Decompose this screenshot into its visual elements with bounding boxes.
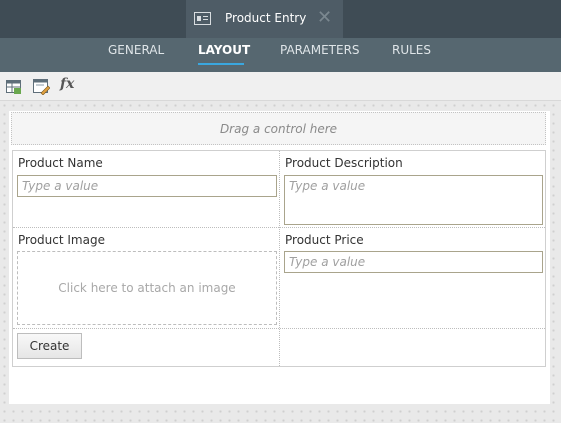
form-area: Drag a control here Product Name Type a …: [9, 111, 550, 404]
fx-icon[interactable]: fx: [60, 76, 80, 94]
close-icon[interactable]: ✕: [317, 9, 332, 27]
product-price-label: Product Price: [285, 233, 364, 247]
product-description-label: Product Description: [285, 156, 403, 170]
form-icon: [194, 12, 211, 25]
product-description-textarea[interactable]: Type a value: [284, 175, 543, 225]
drag-drop-zone[interactable]: Drag a control here: [11, 112, 546, 145]
row-divider: [13, 328, 545, 329]
tab-parameters[interactable]: PARAMETERS: [280, 43, 360, 57]
design-canvas: Drag a control here Product Name Type a …: [0, 101, 561, 423]
tab-rules[interactable]: RULES: [392, 43, 431, 57]
product-name-input[interactable]: Type a value: [17, 175, 277, 197]
title-bar: Product Entry ✕: [0, 0, 561, 38]
form-table: Product Name Type a value Product Descri…: [12, 150, 546, 367]
edit-layout-icon[interactable]: [32, 77, 51, 96]
row-divider: [13, 227, 545, 228]
active-tab-indicator: [198, 63, 244, 65]
product-price-input[interactable]: Type a value: [284, 251, 543, 273]
tab-general[interactable]: GENERAL: [108, 43, 164, 57]
product-name-label: Product Name: [18, 156, 103, 170]
create-button[interactable]: Create: [17, 333, 82, 359]
toolbar: fx: [0, 72, 561, 101]
image-attach-area[interactable]: Click here to attach an image: [17, 251, 277, 325]
document-tab[interactable]: Product Entry ✕: [186, 0, 343, 38]
table-icon[interactable]: [5, 77, 23, 95]
tab-layout[interactable]: LAYOUT: [198, 43, 250, 57]
section-nav: GENERAL LAYOUT PARAMETERS RULES: [0, 38, 561, 72]
document-tab-title: Product Entry: [225, 11, 307, 25]
column-divider: [279, 151, 280, 366]
product-image-label: Product Image: [18, 233, 105, 247]
